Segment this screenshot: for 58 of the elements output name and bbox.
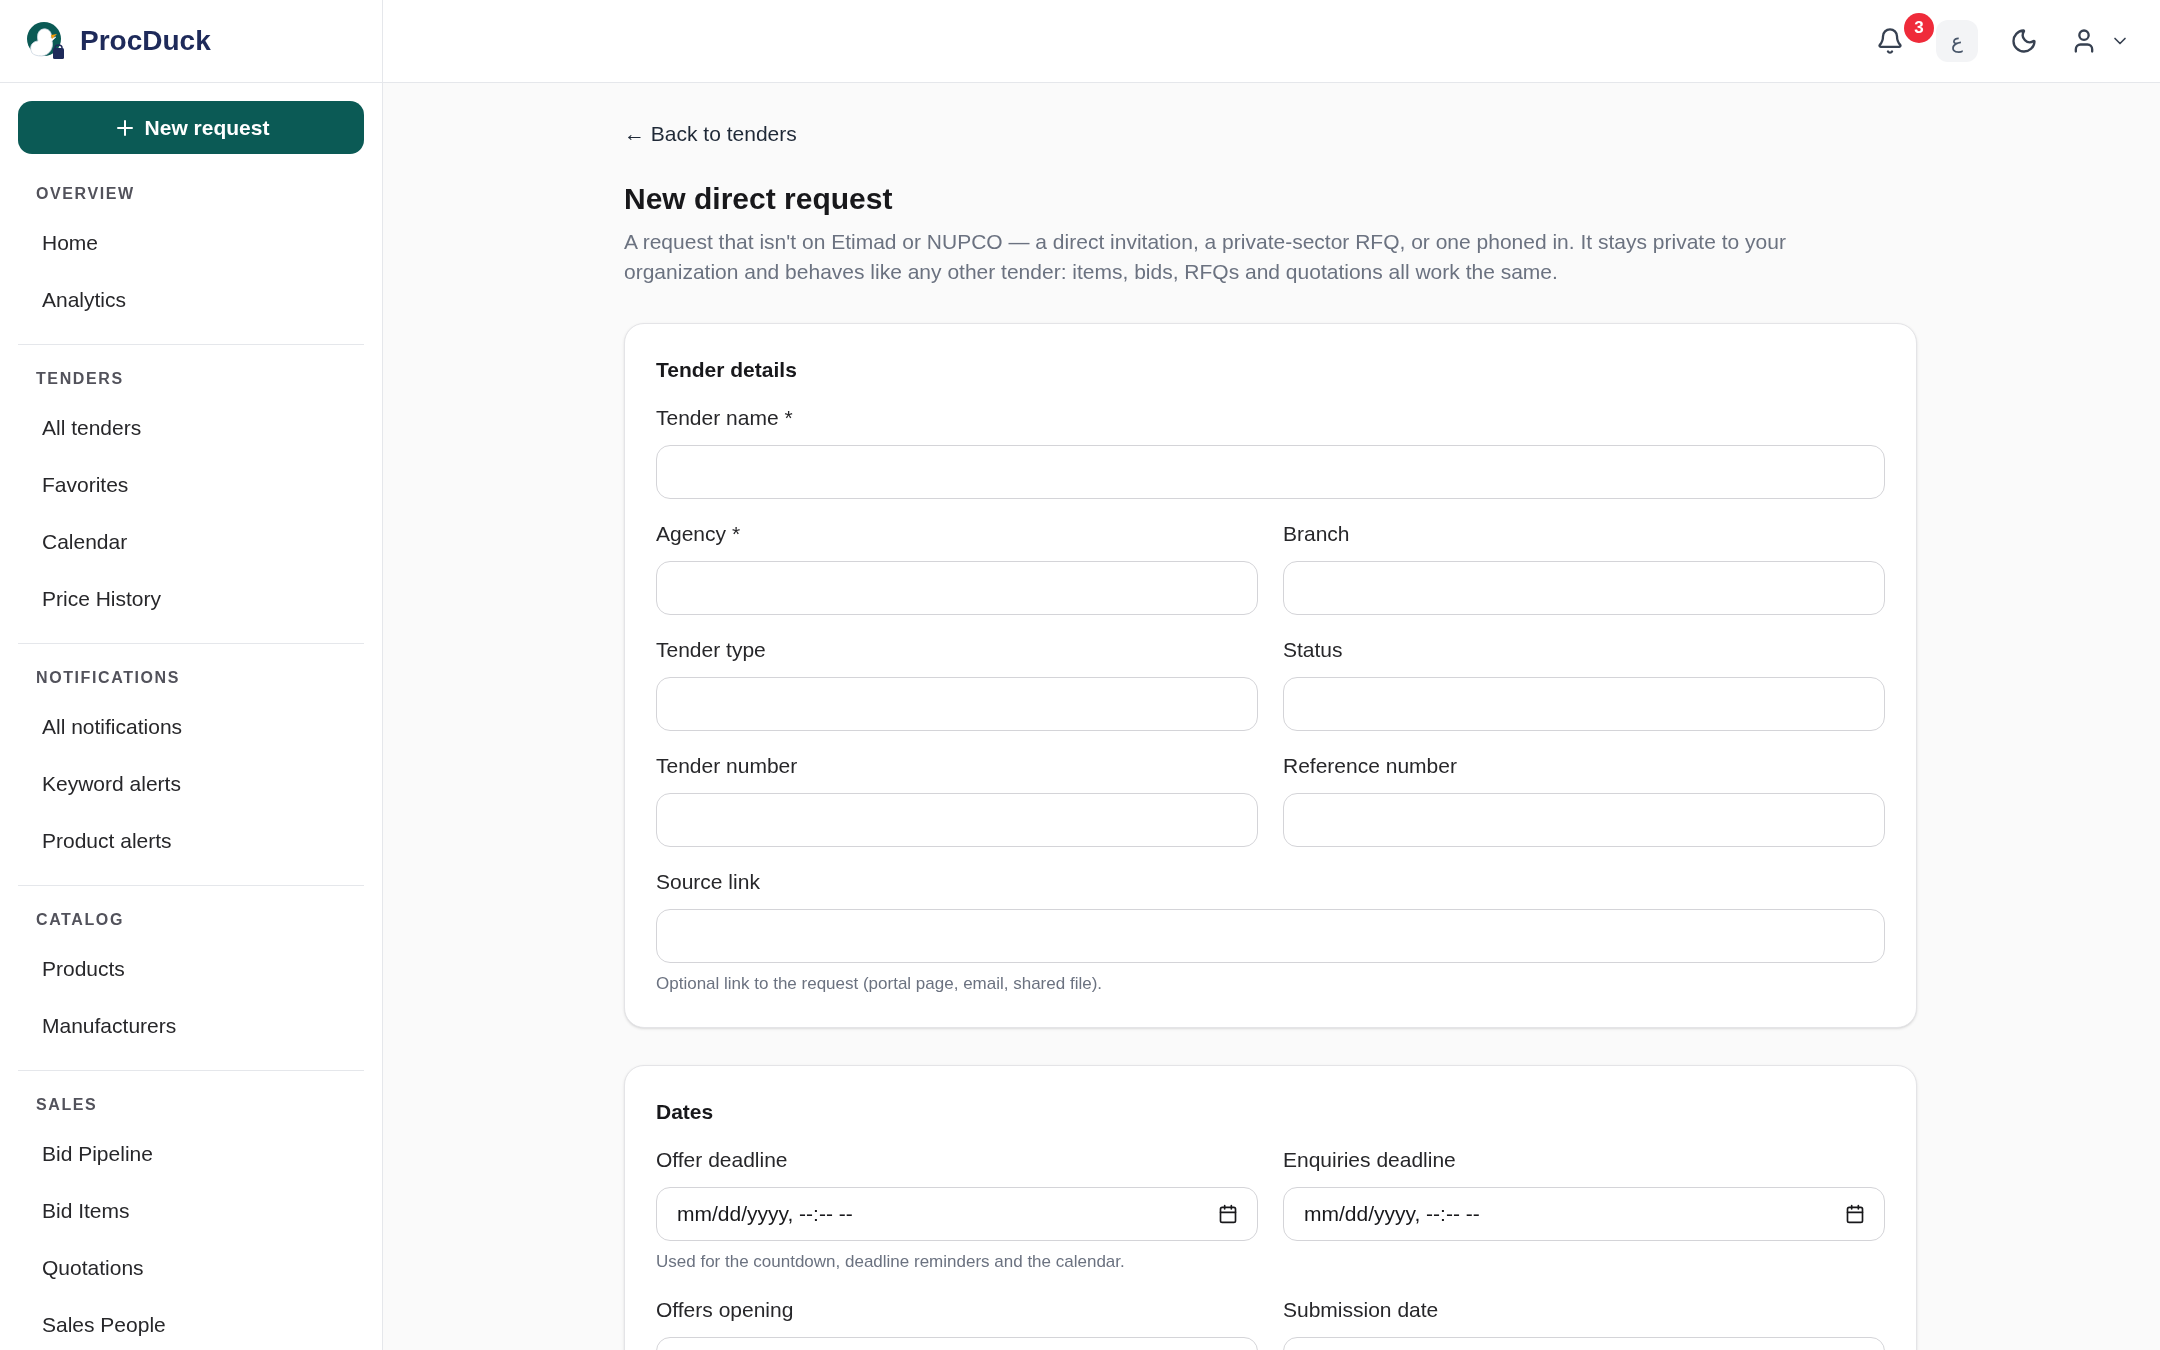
bell-icon	[1876, 27, 1904, 55]
text-field[interactable]	[1283, 793, 1885, 847]
notification-count: 3	[1904, 13, 1934, 43]
new-request-button[interactable]: New request	[18, 101, 364, 154]
section-heading: TENDERS	[35, 369, 125, 389]
sidebar-item[interactable]: Products	[18, 940, 364, 997]
section-heading: SALES	[35, 1095, 99, 1115]
sidebar-item[interactable]: Quotations	[18, 1239, 364, 1296]
sidebar-item[interactable]: Price History	[18, 570, 364, 627]
date-field[interactable]: mm/dd/yyyy, --:-- --	[1283, 1187, 1885, 1241]
section-heading: OVERVIEW	[35, 184, 136, 204]
field-label: Submission date	[1283, 1296, 1440, 1323]
sidebar-item[interactable]: Sales People	[18, 1296, 364, 1350]
text-field[interactable]	[1283, 677, 1885, 731]
brand-name: ProcDuck	[80, 24, 211, 58]
sidebar-item[interactable]: Keyword alerts	[18, 755, 364, 812]
field-label: Status	[1283, 637, 1344, 663]
sidebar-item[interactable]: Manufacturers	[18, 997, 364, 1054]
field-label: Offer deadline	[656, 1147, 789, 1173]
page-title: New direct request	[624, 180, 894, 217]
field-hint: Used for the countdown, deadline reminders and the calendar.	[656, 1251, 1126, 1273]
text-field[interactable]	[656, 561, 1258, 615]
sidebar-item[interactable]: Home	[18, 214, 364, 271]
sidebar-item[interactable]: Calendar	[18, 513, 364, 570]
text-field[interactable]	[656, 677, 1258, 731]
sidebar-item[interactable]: All tenders	[18, 399, 364, 456]
field-label: Agency *	[656, 521, 742, 547]
sidebar-item[interactable]: Bid Pipeline	[18, 1125, 364, 1182]
language-button[interactable]: ع	[1936, 20, 1978, 62]
sidebar-item[interactable]: Bid Items	[18, 1182, 364, 1239]
field-label: Enquiries deadline	[1283, 1147, 1457, 1173]
calendar-icon[interactable]	[1218, 1204, 1238, 1224]
date-field[interactable]: mm/dd/yyyy, --:-- --	[656, 1187, 1258, 1241]
card-title: Tender details	[656, 356, 798, 383]
back-link[interactable]: ← Back to tenders	[624, 118, 1917, 150]
field-label: Branch	[1283, 521, 1351, 547]
card-title: Dates	[656, 1098, 715, 1125]
sidebar-item[interactable]: Product alerts	[18, 812, 364, 869]
text-field[interactable]	[1283, 561, 1885, 615]
field-label: Source link	[656, 869, 761, 895]
notifications-button[interactable]	[1876, 27, 1904, 55]
field-hint: Optional link to the request (portal page, email, shared file).	[656, 973, 1104, 995]
sidebar-item[interactable]: Favorites	[18, 456, 364, 513]
dark-mode-icon[interactable]	[2010, 27, 2038, 55]
sidebar-item[interactable]: Analytics	[18, 271, 364, 328]
page-description: A request that isn't on Etimad or NUPCO — a direct invitation, a private-sector RFQ, or one phoned in. It stays private to your organization and behaves like any other tender: items, bids, RFQs and quotations all work the same.	[624, 228, 1787, 285]
section-heading: NOTIFICATIONS	[35, 668, 182, 688]
section-heading: CATALOG	[35, 910, 125, 930]
text-field[interactable]	[656, 909, 1885, 963]
field-label: Tender number	[656, 753, 799, 779]
calendar-icon[interactable]	[1845, 1204, 1865, 1224]
field-label: Tender type	[656, 637, 767, 663]
field-label: Tender name *	[656, 405, 794, 431]
text-field[interactable]	[656, 445, 1885, 499]
field-label: Reference number	[1283, 753, 1458, 779]
text-field[interactable]	[656, 793, 1258, 847]
sidebar-item[interactable]: All notifications	[18, 698, 364, 755]
field-label: Offers opening	[656, 1296, 795, 1323]
